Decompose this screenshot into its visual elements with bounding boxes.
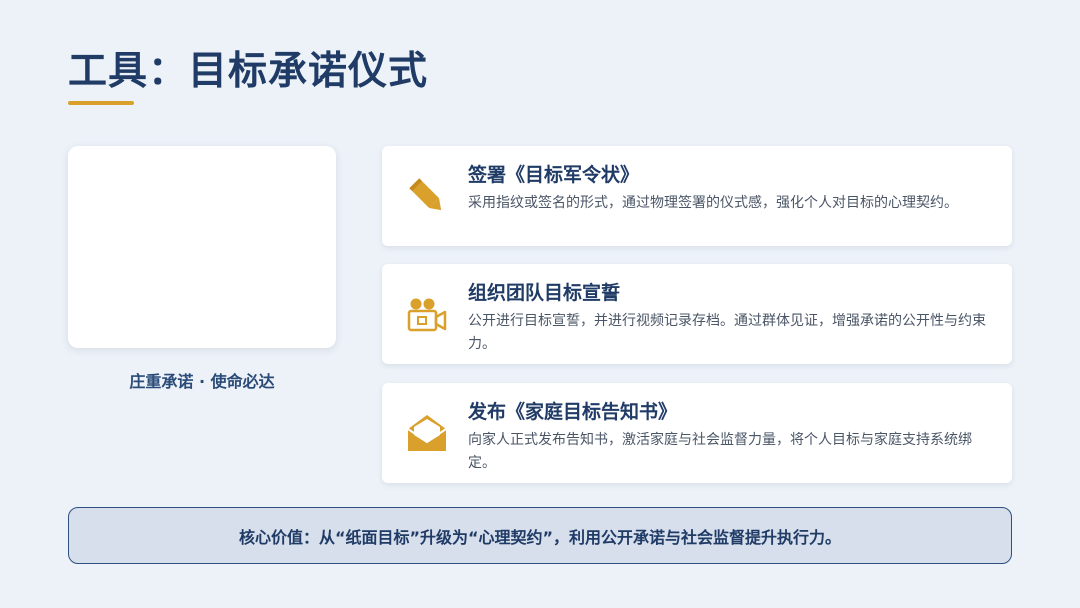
image-caption: 庄重承诺 · 使命必达 bbox=[129, 372, 275, 391]
title-underline bbox=[68, 101, 134, 105]
card-family-notice: 发布《家庭目标告知书》 向家人正式发布告知书，激活家庭与社会监督力量，将个人目标… bbox=[382, 383, 1012, 483]
card-description: 向家人正式发布告知书，激活家庭与社会监督力量，将个人目标与家庭支持系统绑定。 bbox=[468, 432, 972, 471]
card-sign-pledge: 签署《目标军令状》 采用指纹或签名的形式，通过物理签署的仪式感，强化个人对目标的… bbox=[382, 146, 1012, 246]
card-title: 签署《目标军令状》 bbox=[468, 164, 640, 186]
image-placeholder-card bbox=[68, 146, 336, 348]
envelope-icon bbox=[406, 411, 448, 455]
card-team-oath: 组织团队目标宣誓 公开进行目标宣誓，并进行视频记录存档。通过群体见证，增强承诺的… bbox=[382, 264, 1012, 364]
video-camera-icon bbox=[406, 292, 448, 336]
page-title: 工具：目标承诺仪式 bbox=[68, 49, 429, 94]
banner-text: 核心价值：从“纸面目标”升级为“心理契约”，利用公开承诺与社会监督提升执行力。 bbox=[238, 527, 842, 547]
card-title: 发布《家庭目标告知书》 bbox=[468, 401, 678, 423]
card-description: 公开进行目标宣誓，并进行视频记录存档。通过群体见证，增强承诺的公开性与约束力。 bbox=[468, 313, 986, 352]
pencil-icon bbox=[406, 174, 448, 218]
card-title: 组织团队目标宣誓 bbox=[468, 282, 621, 304]
card-description: 采用指纹或签名的形式，通过物理签署的仪式感，强化个人对目标的心理契约。 bbox=[468, 195, 958, 211]
core-value-banner: 核心价值：从“纸面目标”升级为“心理契约”，利用公开承诺与社会监督提升执行力。 bbox=[68, 507, 1012, 564]
